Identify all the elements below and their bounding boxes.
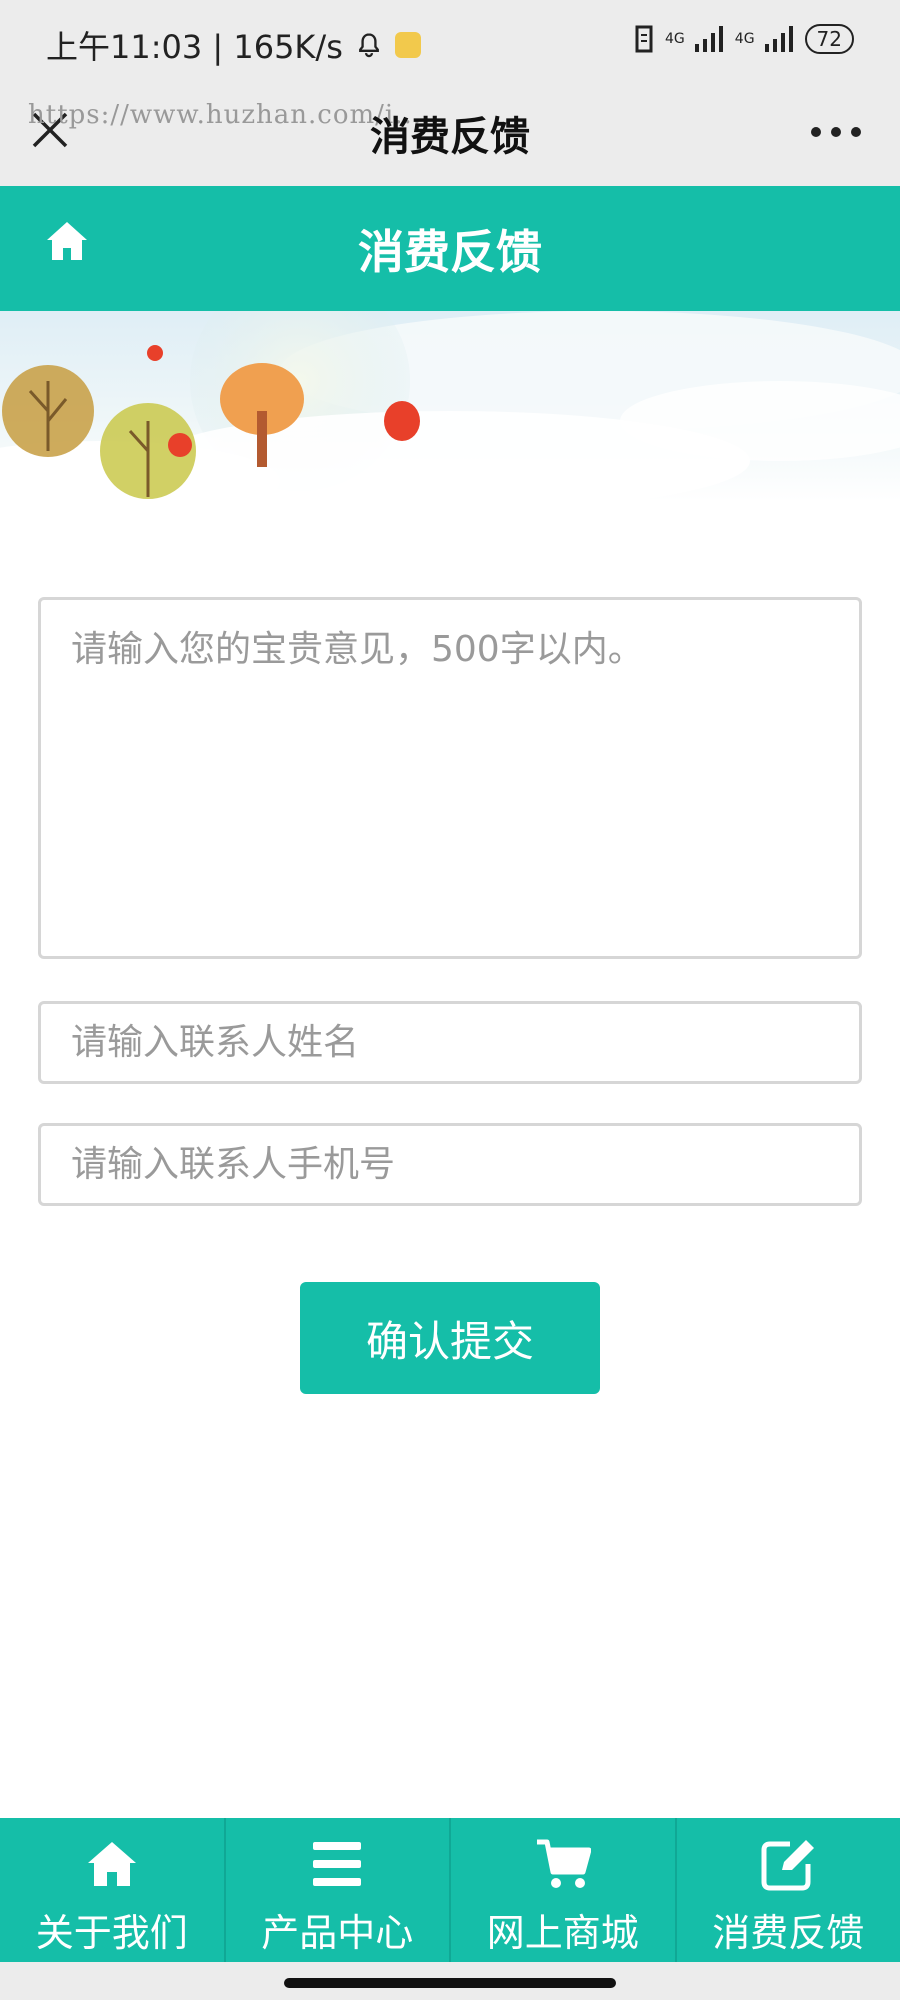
bottom-nav: 关于我们 产品中心 网上商城 消费反馈 <box>0 1818 900 1962</box>
banner-illustration <box>0 311 900 501</box>
nav-label: 网上商城 <box>486 1911 639 1955</box>
status-time-speed: 上午11:03 | 165K/s <box>46 28 343 66</box>
more-options-icon[interactable] <box>808 122 864 142</box>
signal-icon <box>694 26 723 52</box>
contact-phone-input[interactable] <box>38 1123 862 1206</box>
bell-icon <box>358 33 379 58</box>
feedback-textarea[interactable] <box>38 597 862 959</box>
page-header: 消费反馈 <box>0 186 900 311</box>
nav-item-shop[interactable]: 网上商城 <box>449 1818 675 1962</box>
banner-image <box>0 311 900 501</box>
submit-button[interactable]: 确认提交 <box>300 1282 600 1394</box>
edit-icon <box>761 1840 815 1891</box>
list-icon <box>313 1842 362 1886</box>
nav-label: 消费反馈 <box>712 1911 865 1955</box>
gesture-bar <box>0 1962 900 2000</box>
battery-indicator: 72 <box>804 24 854 54</box>
signal-icon <box>764 26 793 52</box>
vibrate-icon <box>635 25 653 53</box>
home-gesture-handle[interactable] <box>284 1978 616 1988</box>
home-icon <box>87 1842 136 1886</box>
nav-item-feedback[interactable]: 消费反馈 <box>674 1818 900 1962</box>
webview-title: 消费反馈 <box>370 114 530 160</box>
nav-item-products[interactable]: 产品中心 <box>223 1818 450 1962</box>
network-1-label: 4G <box>665 31 685 47</box>
nav-label: 产品中心 <box>261 1911 414 1955</box>
webview-title-bar: https://www.huzhan.com/i... 消费反馈 <box>0 86 900 186</box>
status-right: 4G 4G 72 <box>635 24 854 54</box>
app-notification-icon <box>394 32 421 58</box>
nav-item-about[interactable]: 关于我们 <box>0 1818 224 1962</box>
network-2-label: 4G <box>734 31 755 47</box>
page-title: 消费反馈 <box>358 225 542 279</box>
status-bar: 上午11:03 | 165K/s 4G 4G 72 <box>0 0 900 86</box>
cart-icon <box>536 1839 591 1888</box>
nav-label: 关于我们 <box>35 1911 188 1955</box>
contact-name-input[interactable] <box>38 1001 862 1084</box>
status-left: 上午11:03 | 165K/s <box>46 22 421 68</box>
